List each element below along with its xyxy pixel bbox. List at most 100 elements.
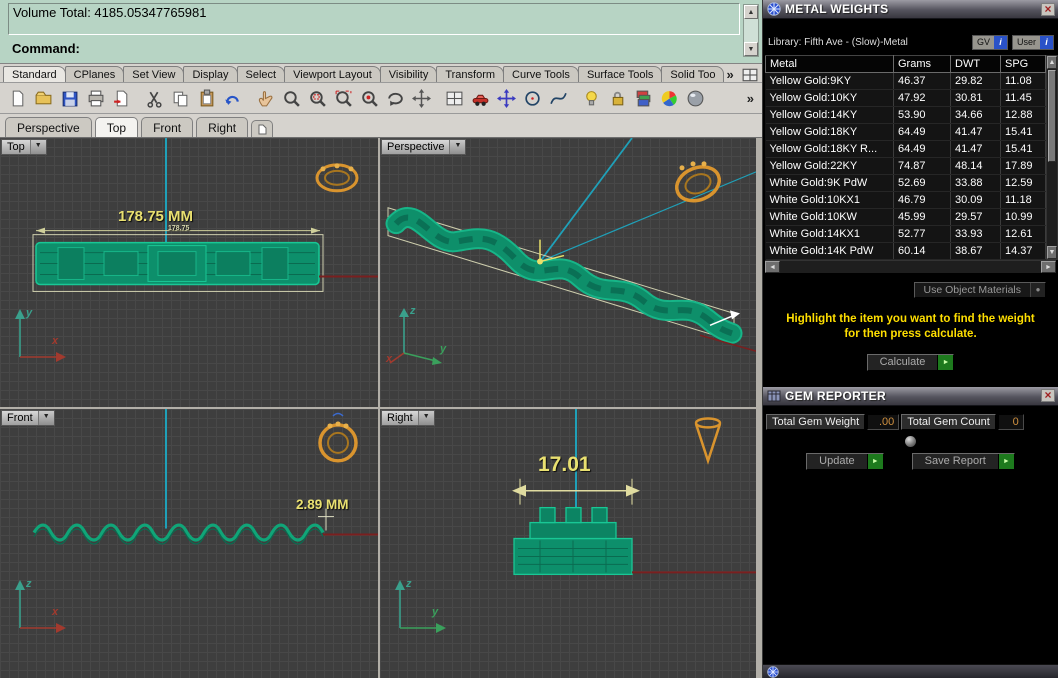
- viewport-front[interactable]: 2.89 MM z x Front ▼: [0, 409, 378, 678]
- dynamic-zoom-icon[interactable]: [279, 86, 304, 111]
- viewport-title-dropdown[interactable]: Right ▼: [381, 410, 435, 426]
- toolbar-tab-select[interactable]: Select: [236, 66, 286, 82]
- table-row[interactable]: Yellow Gold:14KY 53.90 34.66 12.88: [765, 106, 1046, 124]
- named-views-icon[interactable]: [442, 86, 467, 111]
- toolbar-overflow-chevron-icon[interactable]: »: [744, 91, 757, 106]
- panel-splitter-knob[interactable]: [905, 435, 916, 447]
- viewport-tab-top[interactable]: Top: [94, 117, 139, 137]
- toolbar-tab-standard[interactable]: Standard: [3, 66, 66, 82]
- scroll-thumb[interactable]: [1048, 70, 1056, 162]
- circle-tool-icon[interactable]: [520, 86, 545, 111]
- viewport-title-dropdown[interactable]: Perspective ▼: [381, 139, 467, 155]
- display-sphere-icon[interactable]: [683, 86, 708, 111]
- new-viewport-tab-icon[interactable]: [251, 120, 274, 137]
- total-gem-count-value[interactable]: 0: [997, 413, 1024, 430]
- close-icon[interactable]: ×: [1041, 2, 1055, 16]
- layers-icon[interactable]: [631, 86, 656, 111]
- collapsed-panel-header[interactable]: [763, 664, 1058, 678]
- chevron-down-icon[interactable]: ▼: [29, 140, 46, 154]
- tab-overflow-chevron-icon[interactable]: »: [723, 67, 736, 82]
- table-row[interactable]: Yellow Gold:22KY 74.87 48.14 17.89: [765, 157, 1046, 175]
- table-row[interactable]: Yellow Gold:9KY 46.37 29.82 11.08: [765, 72, 1046, 90]
- toolbar-tab-display[interactable]: Display: [183, 66, 238, 82]
- metal-weights-header[interactable]: METAL WEIGHTS ×: [763, 0, 1058, 19]
- viewport-tab-front[interactable]: Front: [141, 117, 194, 137]
- save-report-button[interactable]: Save Report ►: [911, 452, 1015, 470]
- use-object-materials-button[interactable]: Use Object Materials ●: [913, 282, 1046, 298]
- table-row[interactable]: White Gold:10KX1 46.79 30.09 11.18: [765, 191, 1046, 209]
- viewport-perspective[interactable]: z x y Perspective ▼: [380, 138, 756, 407]
- curve-tool-icon[interactable]: [546, 86, 571, 111]
- column-header-dwt[interactable]: DWT: [950, 55, 1001, 73]
- scroll-down-icon[interactable]: ▼: [1047, 246, 1057, 259]
- table-row[interactable]: Yellow Gold:10KY 47.92 30.81 11.45: [765, 89, 1046, 107]
- scroll-down-icon[interactable]: ▼: [744, 42, 758, 56]
- toolbar-tab-surface-tools[interactable]: Surface Tools: [577, 66, 663, 82]
- table-row[interactable]: White Gold:9K PdW 52.69 33.88 12.59: [765, 174, 1046, 192]
- total-gem-weight-value[interactable]: .00: [867, 413, 900, 430]
- table-row[interactable]: Yellow Gold:18KY R... 64.49 41.47 15.41: [765, 140, 1046, 158]
- tab-options-icon[interactable]: [742, 68, 758, 82]
- zoom-window-icon[interactable]: [305, 86, 330, 111]
- lock-icon[interactable]: [605, 86, 630, 111]
- chevron-down-icon[interactable]: ▼: [37, 411, 54, 425]
- scroll-track[interactable]: [1047, 163, 1057, 246]
- column-header-grams[interactable]: Grams: [893, 55, 951, 73]
- command-scrollbar[interactable]: ▲ ▼: [743, 4, 759, 57]
- viewport-top[interactable]: 178.75 MM 178.75 y x Top ▼: [0, 138, 378, 407]
- toolbar-tab-transform[interactable]: Transform: [436, 66, 505, 82]
- column-header-metal[interactable]: Metal: [765, 55, 894, 73]
- column-header-spg[interactable]: SPG: [1000, 55, 1046, 73]
- gem-reporter-header[interactable]: GEM REPORTER ×: [763, 386, 1058, 406]
- viewport-title-dropdown[interactable]: Front ▼: [1, 410, 55, 426]
- color-wheel-icon[interactable]: [657, 86, 682, 111]
- scroll-up-icon[interactable]: ▲: [744, 5, 758, 19]
- zoom-selected-icon[interactable]: [357, 86, 382, 111]
- save-icon[interactable]: [57, 86, 82, 111]
- toolbar-tab-viewport-layout[interactable]: Viewport Layout: [284, 66, 381, 82]
- viewport-tab-right[interactable]: Right: [196, 117, 249, 137]
- scroll-track[interactable]: [780, 261, 1041, 273]
- lightbulb-icon[interactable]: [579, 86, 604, 111]
- table-row[interactable]: Yellow Gold:18KY 64.49 41.47 15.41: [765, 123, 1046, 141]
- copy-icon[interactable]: [168, 86, 193, 111]
- pan-view-icon[interactable]: [409, 86, 434, 111]
- undo-icon[interactable]: [220, 86, 245, 111]
- chevron-down-icon[interactable]: ▼: [417, 411, 434, 425]
- cut-icon[interactable]: [142, 86, 167, 111]
- print-icon[interactable]: [83, 86, 108, 111]
- viewport-right[interactable]: 17.01 z y Right ▼: [380, 409, 756, 678]
- rotate-view-icon[interactable]: [383, 86, 408, 111]
- scroll-left-icon[interactable]: ◄: [765, 261, 780, 273]
- toolbar-tab-cplanes[interactable]: CPlanes: [64, 66, 125, 82]
- command-input[interactable]: [80, 41, 736, 56]
- close-icon[interactable]: ×: [1041, 389, 1055, 403]
- toolbar-tab-curve-tools[interactable]: Curve Tools: [503, 66, 579, 82]
- move-objects-icon[interactable]: [494, 86, 519, 111]
- table-row[interactable]: White Gold:14KX1 52.77 33.93 12.61: [765, 225, 1046, 243]
- open-file-icon[interactable]: [31, 86, 56, 111]
- viewport-tab-perspective[interactable]: Perspective: [5, 117, 92, 137]
- new-document-icon[interactable]: [5, 86, 30, 111]
- update-button[interactable]: Update ►: [806, 452, 884, 470]
- table-vertical-scrollbar[interactable]: ▲ ▼: [1046, 55, 1058, 260]
- command-history[interactable]: Volume Total: 4185.05347765981: [8, 3, 740, 35]
- toolbar-tab-solid-tools[interactable]: Solid Too: [661, 66, 725, 82]
- scroll-up-icon[interactable]: ▲: [1047, 56, 1057, 69]
- paste-icon[interactable]: [194, 86, 219, 111]
- zoom-extents-icon[interactable]: [331, 86, 356, 111]
- table-row[interactable]: White Gold:14K PdW 60.14 38.67 14.37: [765, 242, 1046, 260]
- viewport-title-dropdown[interactable]: Top ▼: [1, 139, 47, 155]
- toolbar-tab-set-view[interactable]: Set View: [123, 66, 185, 82]
- scroll-right-icon[interactable]: ►: [1041, 261, 1056, 273]
- materials-option-icon[interactable]: ●: [1030, 283, 1045, 297]
- table-horizontal-scrollbar[interactable]: ◄ ►: [765, 260, 1056, 273]
- chevron-down-icon[interactable]: ▼: [449, 140, 466, 154]
- pan-hand-icon[interactable]: [253, 86, 278, 111]
- toolbar-tab-visibility[interactable]: Visibility: [379, 66, 438, 82]
- render-car-icon[interactable]: [468, 86, 493, 111]
- user-button[interactable]: User i: [1011, 35, 1054, 50]
- gv-button[interactable]: GV i: [971, 35, 1008, 50]
- table-row[interactable]: White Gold:10KW 45.99 29.57 10.99: [765, 208, 1046, 226]
- export-page-icon[interactable]: [109, 86, 134, 111]
